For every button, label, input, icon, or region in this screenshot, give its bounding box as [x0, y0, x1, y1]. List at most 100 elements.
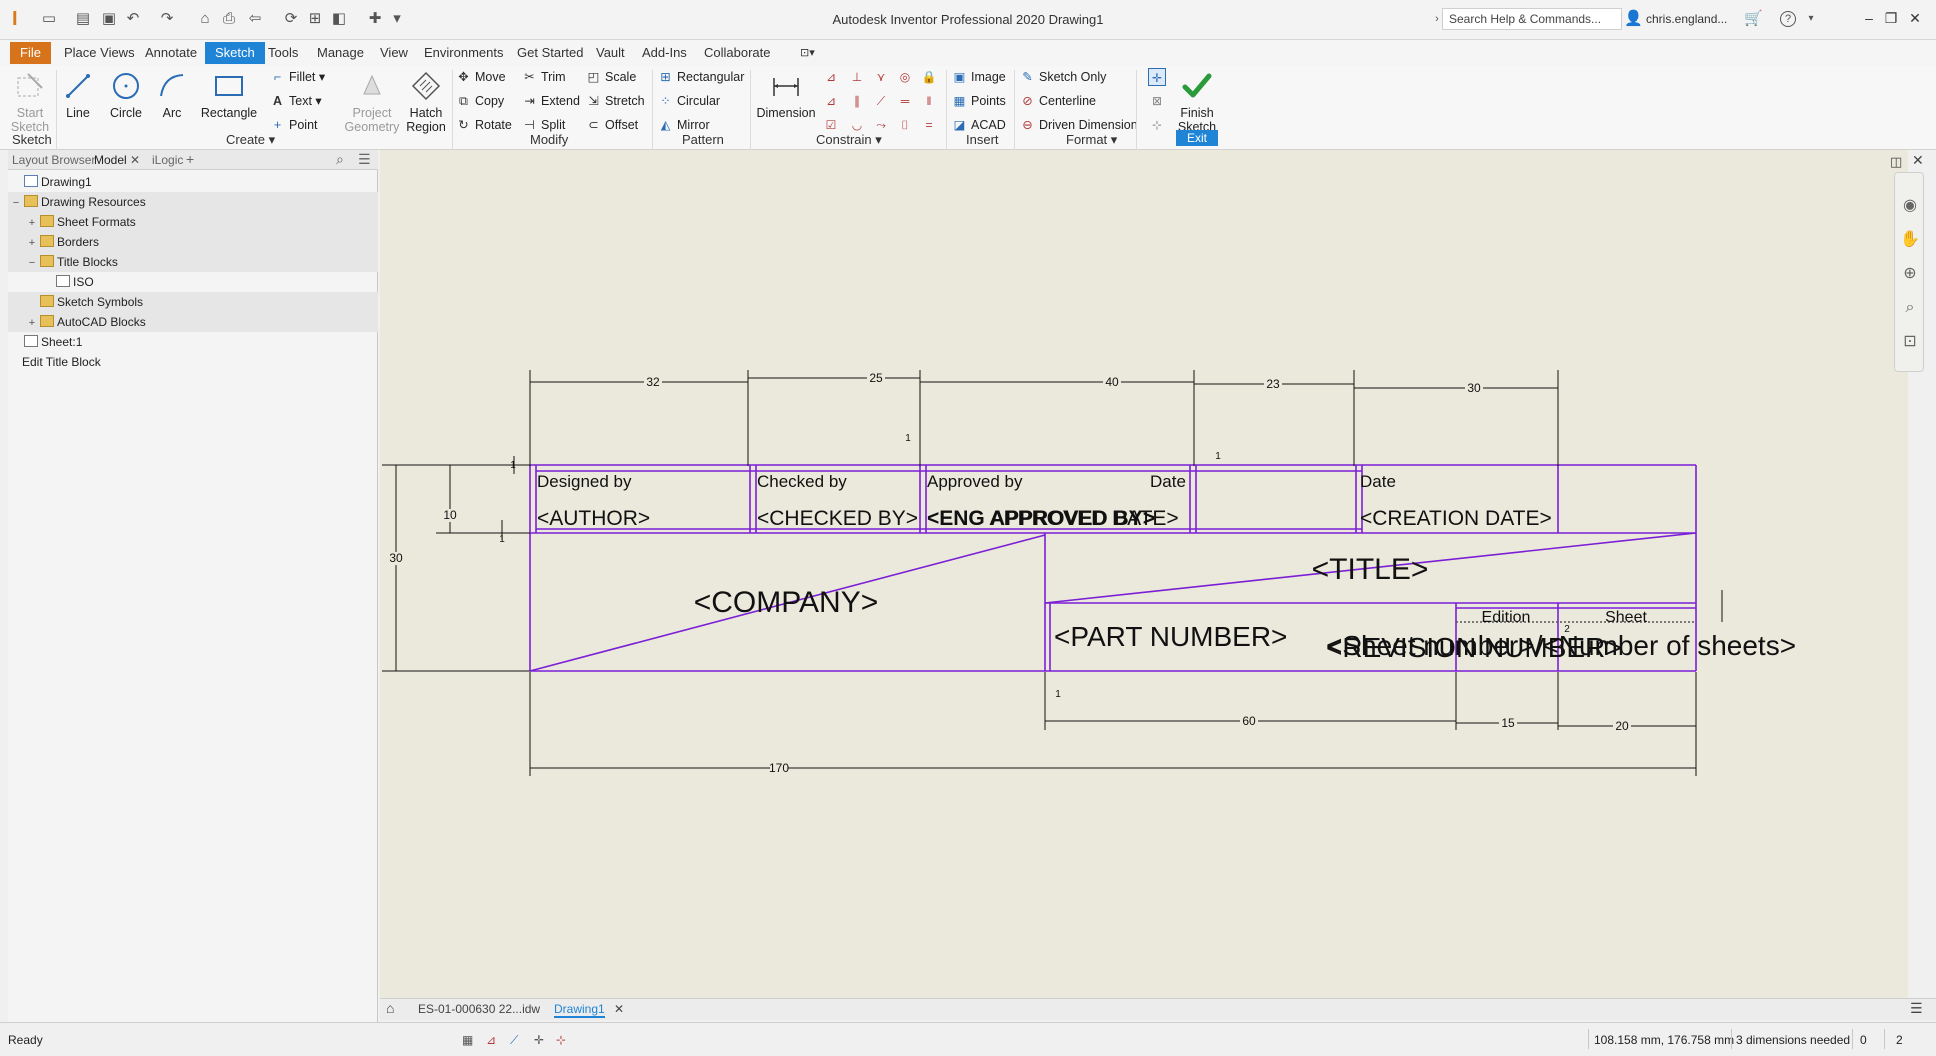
- help-icon[interactable]: ?: [1780, 11, 1796, 27]
- field-company[interactable]: <COMPANY>: [694, 586, 879, 619]
- tree-item[interactable]: − Drawing Resources: [8, 192, 378, 212]
- trim-button[interactable]: ✂ Trim: [522, 68, 565, 86]
- minimize-icon[interactable]: –: [1858, 8, 1880, 28]
- add-tab-icon[interactable]: +: [186, 151, 194, 167]
- user-icon[interactable]: 👤: [1624, 10, 1643, 28]
- expand-icon[interactable]: +: [26, 313, 38, 333]
- tab-manage[interactable]: Manage: [307, 42, 374, 64]
- doc-tab-es-01[interactable]: ES-01-000630 22...idw: [418, 1002, 540, 1016]
- tab-collaborate[interactable]: Collaborate: [694, 42, 781, 64]
- tab-vault[interactable]: Vault: [586, 42, 635, 64]
- field-sheet-number[interactable]: <Sheet number>/<Number of sheets>: [1326, 630, 1796, 661]
- collinear-icon[interactable]: ⟋: [872, 92, 890, 110]
- label-approved-date[interactable]: Date: [1150, 472, 1186, 491]
- collapse-icon[interactable]: −: [26, 253, 38, 273]
- panel-layout-icon[interactable]: ◫: [1890, 154, 1902, 170]
- pan-icon[interactable]: ✋: [1899, 229, 1921, 251]
- rectangular-pattern-button[interactable]: ⊞ Rectangular: [658, 68, 744, 86]
- tab-layout-browser[interactable]: Layout Browser: [12, 153, 95, 167]
- dimension-1-mid[interactable]: 1: [499, 534, 505, 545]
- close-canvas-icon[interactable]: ✕: [1912, 152, 1924, 169]
- tab-ilogic[interactable]: iLogic: [152, 153, 183, 167]
- cart-icon[interactable]: 🛒: [1744, 10, 1763, 28]
- dimension-10[interactable]: 10: [443, 508, 457, 522]
- menu-icon[interactable]: ☰: [358, 151, 371, 168]
- tree-item[interactable]: Sketch Symbols: [8, 292, 378, 312]
- panel-label-format[interactable]: Format ▾: [1066, 132, 1117, 148]
- panel-options-dropdown-icon[interactable]: ⊡▾: [790, 42, 825, 64]
- symmetric-icon[interactable]: ⌷: [896, 116, 914, 134]
- dimension-1-top[interactable]: 1: [510, 460, 516, 471]
- tab-view[interactable]: View: [370, 42, 418, 64]
- sketch-grid-icon[interactable]: ⊹: [1148, 116, 1166, 134]
- auto-dimension-icon[interactable]: ⊿: [822, 68, 840, 86]
- user-name[interactable]: chris.england...: [1646, 12, 1727, 26]
- fix-icon[interactable]: 🔒: [920, 68, 938, 86]
- rectangle-button[interactable]: Rectangle: [198, 70, 260, 120]
- fillet-button[interactable]: ⌐ Fillet ▾: [270, 68, 325, 86]
- image-button[interactable]: ▣ Image: [952, 68, 1006, 86]
- steering-wheel-icon[interactable]: ◉: [1899, 195, 1921, 217]
- tree-item[interactable]: Drawing1: [8, 172, 378, 192]
- sketch-only-button[interactable]: ✎ Sketch Only: [1020, 68, 1106, 86]
- dimension-32[interactable]: 32: [646, 375, 660, 389]
- tab-model[interactable]: Model: [94, 153, 127, 167]
- rotate-button[interactable]: ↻ Rotate: [456, 116, 512, 134]
- parallel-icon[interactable]: ∥: [848, 92, 866, 110]
- line-button[interactable]: Line: [58, 70, 98, 120]
- panel-label-create[interactable]: Create ▾: [226, 132, 275, 148]
- status-dof-icon[interactable]: ⟋: [510, 1033, 518, 1048]
- dimension-1-date[interactable]: 1: [1215, 451, 1221, 462]
- label-creation-date[interactable]: Date: [1360, 472, 1396, 491]
- close-doc-tab-icon[interactable]: ✕: [614, 1002, 624, 1016]
- search-help-input[interactable]: Search Help & Commands...: [1442, 8, 1622, 30]
- copy-button[interactable]: ⧉ Copy: [456, 92, 504, 110]
- perpendicular-icon[interactable]: ⊥: [848, 68, 866, 86]
- label-edition[interactable]: Edition: [1482, 609, 1531, 626]
- circular-pattern-button[interactable]: ⁘ Circular: [658, 92, 720, 110]
- horizontal-icon[interactable]: ═: [896, 92, 914, 110]
- dimension-30-top[interactable]: 30: [1467, 381, 1481, 395]
- grid-snap-icon[interactable]: ✛: [1148, 68, 1166, 86]
- title-block-sketch[interactable]: 32 25 40 23 30301060 15 20170111112Designed by…: [380, 150, 1908, 998]
- field-eng-approved-by[interactable]: <ENG APPROVED BY>: [927, 507, 1155, 530]
- restore-icon[interactable]: ❐: [1880, 8, 1902, 28]
- status-grid-icon[interactable]: ▦: [462, 1033, 473, 1047]
- tab-tools[interactable]: Tools: [258, 42, 308, 64]
- tree-item[interactable]: + Sheet Formats: [8, 212, 378, 232]
- dimension-1-part[interactable]: 1: [1055, 689, 1061, 700]
- dimension-25[interactable]: 25: [869, 371, 883, 385]
- text-button[interactable]: A Text ▾: [270, 92, 322, 110]
- collapse-icon[interactable]: −: [10, 193, 22, 213]
- label-designed-by[interactable]: Designed by: [537, 472, 632, 491]
- points-button[interactable]: ▦ Points: [952, 92, 1006, 110]
- start-sketch-button[interactable]: Start Sketch: [6, 70, 54, 134]
- project-geometry-button[interactable]: Project Geometry: [344, 70, 400, 134]
- dimension-20[interactable]: 20: [1615, 719, 1629, 733]
- doc-tab-drawing1[interactable]: Drawing1: [554, 1002, 605, 1018]
- coincident-icon[interactable]: ⋎: [872, 68, 890, 86]
- search-icon[interactable]: ⌕: [336, 151, 344, 168]
- home-tab-icon[interactable]: ⌂: [386, 1000, 394, 1016]
- expand-icon[interactable]: +: [26, 233, 38, 253]
- dimension-15[interactable]: 15: [1501, 716, 1515, 730]
- status-constraint-icon[interactable]: ⊿: [486, 1033, 496, 1047]
- tab-add-ins[interactable]: Add-Ins: [632, 42, 697, 64]
- field-checked-by[interactable]: <CHECKED BY>: [757, 507, 918, 530]
- close-window-icon[interactable]: ✕: [1904, 8, 1926, 28]
- centerline-button[interactable]: ⊘ Centerline: [1020, 92, 1096, 110]
- arc-button[interactable]: Arc: [154, 70, 190, 120]
- tree-item[interactable]: Edit Title Block: [8, 352, 378, 372]
- tree-item[interactable]: + AutoCAD Blocks: [8, 312, 378, 332]
- panel-label-constrain[interactable]: Constrain ▾: [816, 132, 882, 148]
- label-sheet[interactable]: Sheet: [1605, 609, 1647, 626]
- tab-annotate[interactable]: Annotate: [135, 42, 207, 64]
- tree-item[interactable]: − Title Blocks: [8, 252, 378, 272]
- field-creation-date[interactable]: <CREATION DATE>: [1360, 507, 1552, 530]
- status-infer-icon[interactable]: ⊹: [556, 1033, 566, 1047]
- zoom-window-icon[interactable]: ⊡: [1899, 331, 1921, 353]
- dimension-30-left[interactable]: 30: [389, 551, 403, 565]
- dimension-60[interactable]: 60: [1242, 714, 1256, 728]
- scale-button[interactable]: ◰ Scale: [586, 68, 637, 86]
- move-button[interactable]: ✥ Move: [456, 68, 505, 86]
